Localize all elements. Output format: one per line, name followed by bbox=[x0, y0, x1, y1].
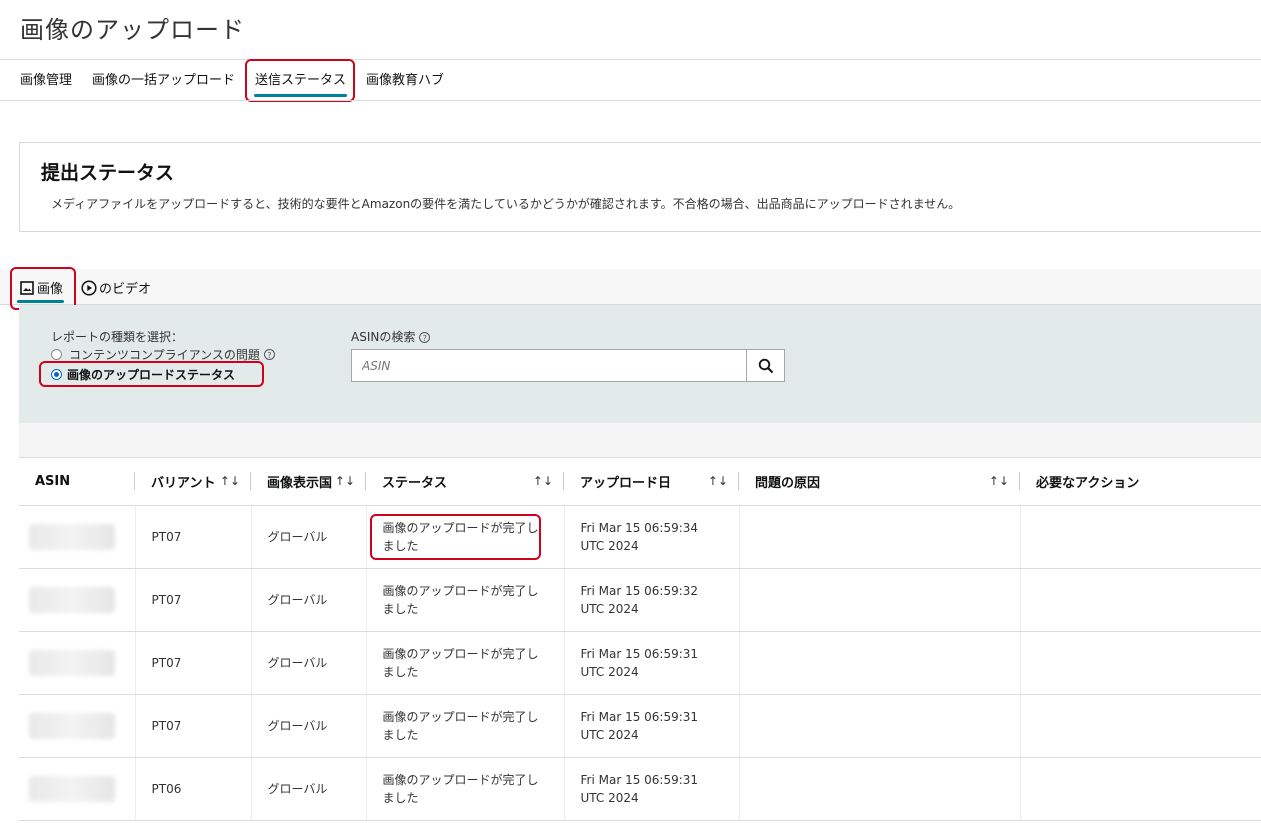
asin-search-input[interactable] bbox=[351, 349, 747, 382]
country-cell: グローバル bbox=[251, 568, 367, 632]
asin-redacted bbox=[29, 650, 115, 676]
col-issue-cause[interactable]: 問題の原因 ↑↓ bbox=[739, 458, 1020, 506]
asin-search-label: ASINの検索 bbox=[351, 330, 416, 344]
asin-redacted bbox=[29, 524, 115, 550]
help-icon[interactable]: ? bbox=[263, 349, 275, 360]
date-cell: Fri Mar 15 06:59:31 UTC 2024 bbox=[564, 757, 740, 821]
col-status[interactable]: ステータス ↑↓ bbox=[366, 458, 564, 506]
sort-icon: ↑↓ bbox=[983, 472, 1020, 490]
country-cell: グローバル bbox=[251, 694, 367, 758]
variant-cell: PT07 bbox=[135, 568, 252, 632]
asin-redacted bbox=[29, 713, 115, 739]
divider bbox=[0, 59, 1261, 60]
table-header-row: ASIN バリアント ↑↓ 画像表示国 ↑↓ ステータス ↑↓ アップロード日 ↑↓ 問… bbox=[19, 458, 1261, 506]
search-button[interactable] bbox=[746, 349, 785, 382]
media-tabs-bar bbox=[0, 269, 1261, 305]
sort-icon: ↑↓ bbox=[702, 472, 739, 490]
sort-icon: ↑↓ bbox=[214, 472, 251, 490]
issue-cell bbox=[739, 694, 1021, 758]
country-cell: グローバル bbox=[251, 757, 367, 821]
status-cell: 画像のアップロードが完了しました bbox=[366, 631, 565, 695]
date-cell: Fri Mar 15 06:59:34 UTC 2024 bbox=[564, 505, 740, 569]
media-tab-videos[interactable]: のビデオ bbox=[81, 278, 151, 297]
report-type-label: レポートの種類を選択： bbox=[51, 330, 184, 344]
action-cell bbox=[1020, 631, 1261, 695]
date-cell: Fri Mar 15 06:59:32 UTC 2024 bbox=[564, 568, 740, 632]
sort-icon: ↑↓ bbox=[329, 472, 366, 490]
asin-redacted bbox=[29, 776, 115, 802]
top-nav: 画像管理 画像の一括アップロード 送信ステータス 画像教育ハブ bbox=[20, 69, 464, 88]
date-cell: Fri Mar 15 06:59:31 UTC 2024 bbox=[564, 631, 740, 695]
col-variant[interactable]: バリアント ↑↓ bbox=[135, 458, 251, 506]
radio-compliance[interactable] bbox=[51, 349, 62, 360]
tab-education-hub[interactable]: 画像教育ハブ bbox=[366, 69, 444, 88]
col-country[interactable]: 画像表示国 ↑↓ bbox=[251, 458, 366, 506]
highlight-box bbox=[39, 361, 264, 387]
variant-cell: PT07 bbox=[135, 631, 252, 695]
table-row: PT07 グローバル 画像のアップロードが完了しました Fri Mar 15 0… bbox=[19, 568, 1261, 632]
variant-cell: PT07 bbox=[135, 694, 252, 758]
asin-search-label-row: ASINの検索? bbox=[351, 328, 431, 345]
highlight-box bbox=[10, 267, 76, 310]
status-cell: 画像のアップロードが完了しました bbox=[366, 694, 565, 758]
help-icon[interactable]: ? bbox=[419, 332, 431, 343]
col-asin: ASIN bbox=[19, 458, 135, 506]
search-icon bbox=[758, 358, 773, 373]
highlight-box bbox=[370, 514, 541, 560]
country-cell: グローバル bbox=[251, 631, 367, 695]
table-row: PT07 グローバル 画像のアップロードが完了しました Fri Mar 15 0… bbox=[19, 631, 1261, 695]
table-toolbar bbox=[19, 423, 1261, 458]
col-required-action: 必要なアクション bbox=[1020, 458, 1261, 506]
table-row: PT07 グローバル 画像のアップロードが完了しました Fri Mar 15 0… bbox=[19, 694, 1261, 758]
asin-redacted bbox=[29, 587, 115, 613]
action-cell bbox=[1020, 757, 1261, 821]
variant-cell: PT07 bbox=[135, 505, 252, 569]
issue-cell bbox=[739, 757, 1021, 821]
issue-cell bbox=[739, 505, 1021, 569]
col-upload-date[interactable]: アップロード日 ↑↓ bbox=[564, 458, 739, 506]
country-cell: グローバル bbox=[251, 505, 367, 569]
table-row: PT07 グローバル 画像のアップロードが完了しました Fri Mar 15 0… bbox=[19, 505, 1261, 569]
page-title: 画像のアップロード bbox=[20, 16, 245, 44]
action-cell bbox=[1020, 568, 1261, 632]
action-cell bbox=[1020, 694, 1261, 758]
variant-cell: PT06 bbox=[135, 757, 252, 821]
status-cell: 画像のアップロードが完了しました bbox=[366, 757, 565, 821]
tab-bulk-upload[interactable]: 画像の一括アップロード bbox=[92, 69, 235, 88]
status-cell: 画像のアップロードが完了しました bbox=[366, 568, 565, 632]
divider bbox=[0, 100, 1261, 101]
tab-image-management[interactable]: 画像管理 bbox=[20, 69, 72, 88]
status-table: ASIN バリアント ↑↓ 画像表示国 ↑↓ ステータス ↑↓ アップロード日 ↑↓ 問… bbox=[19, 458, 1261, 821]
sort-icon: ↑↓ bbox=[527, 472, 564, 490]
action-cell bbox=[1020, 505, 1261, 569]
issue-cell bbox=[739, 568, 1021, 632]
table-row: PT06 グローバル 画像のアップロードが完了しました Fri Mar 15 0… bbox=[19, 757, 1261, 821]
panel-title: 提出ステータス bbox=[41, 162, 175, 184]
play-circle-icon bbox=[81, 279, 97, 296]
date-cell: Fri Mar 15 06:59:31 UTC 2024 bbox=[564, 694, 740, 758]
media-tab-videos-label: のビデオ bbox=[99, 282, 152, 297]
panel-description: メディアファイルをアップロードすると、技術的な要件とAmazonの要件を満たして… bbox=[51, 197, 961, 211]
highlight-box bbox=[245, 59, 355, 102]
issue-cell bbox=[739, 631, 1021, 695]
submission-status-panel bbox=[19, 142, 1261, 232]
